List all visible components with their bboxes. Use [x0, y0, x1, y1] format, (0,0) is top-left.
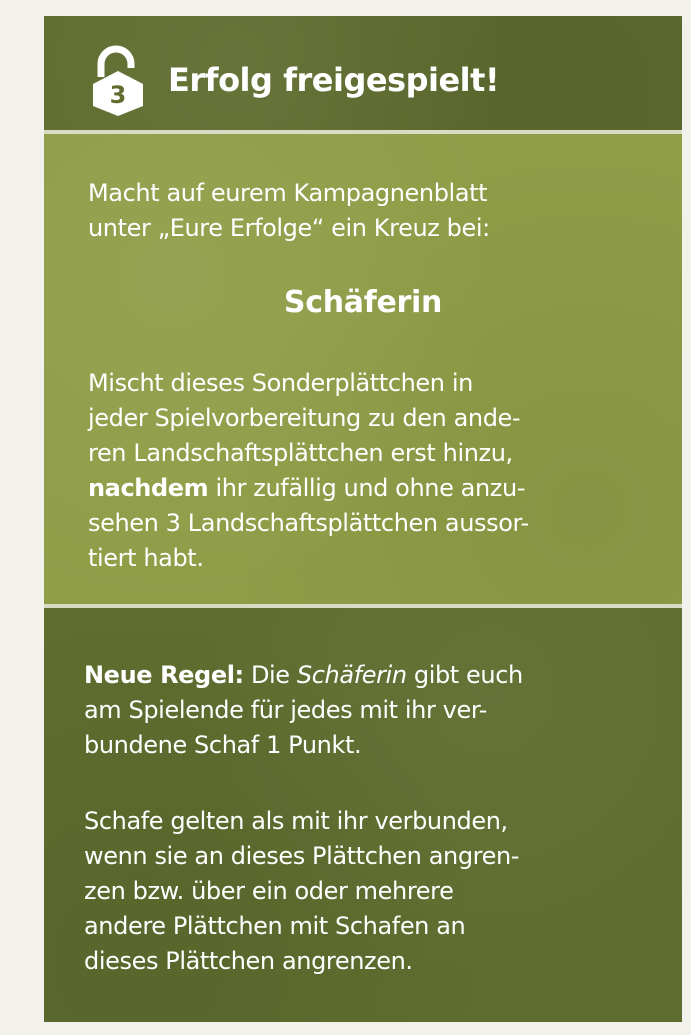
connection-line: dieses Plättchen angrenzen.: [84, 947, 413, 975]
setup-line: jeder Spielvorbereitung zu den ande-: [88, 404, 521, 432]
rule-italic-name: Schäferin: [296, 661, 407, 689]
setup-line: ren Landschaftsplättchen erst hinzu,: [88, 439, 513, 467]
rule-label: Neue Regel:: [84, 661, 244, 689]
setup-line: sehen 3 Landschaftsplättchen aussor-: [88, 509, 529, 537]
emphasis-nachdem: nachdem: [88, 474, 209, 502]
intro-line: Macht auf eurem Kampagnenblatt: [88, 179, 488, 207]
rule-text-a: Die: [243, 661, 297, 689]
rule-text-b: gibt euch: [406, 661, 523, 689]
setup-text: Mischt dieses Sonderplättchen in jeder S…: [88, 366, 668, 576]
connection-line: andere Plättchen mit Schafen an: [84, 912, 466, 940]
connection-line: zen bzw. über ein oder mehrere: [84, 877, 454, 905]
unlocked-padlock-icon: 3: [93, 45, 143, 116]
intro-text: Macht auf eurem Kampagnenblatt unter „Eu…: [88, 176, 648, 246]
setup-line-rest: ihr zufällig und ohne anzu-: [208, 474, 526, 502]
setup-line: nachdem ihr zufällig und ohne anzu-: [88, 471, 668, 506]
intro-line: unter „Eure Erfolge“ ein Kreuz bei:: [88, 214, 490, 242]
achievement-name: Schäferin: [283, 285, 443, 320]
setup-line: Mischt dieses Sonderplättchen in: [88, 369, 473, 397]
achievement-card: 3 Erfolg freigespielt! Macht auf eurem K…: [44, 16, 682, 1022]
setup-line: tiert habt.: [88, 544, 204, 572]
connection-text: Schafe gelten als mit ihr verbunden, wen…: [84, 804, 664, 979]
connection-line: Schafe gelten als mit ihr verbunden,: [84, 807, 508, 835]
rule-line: bundene Schaf 1 Punkt.: [84, 731, 362, 759]
lock-number: 3: [110, 81, 127, 109]
connection-line: wenn sie an dieses Plättchen angren-: [84, 842, 520, 870]
card-title: Erfolg freigespielt!: [168, 61, 500, 99]
new-rule-text: Neue Regel: Die Schäferin gibt euch am S…: [84, 658, 664, 763]
card-header: 3 Erfolg freigespielt!: [44, 16, 682, 130]
rule-line: Neue Regel: Die Schäferin gibt euch: [84, 658, 664, 693]
rule-line: am Spielende für jedes mit ihr ver-: [84, 696, 488, 724]
